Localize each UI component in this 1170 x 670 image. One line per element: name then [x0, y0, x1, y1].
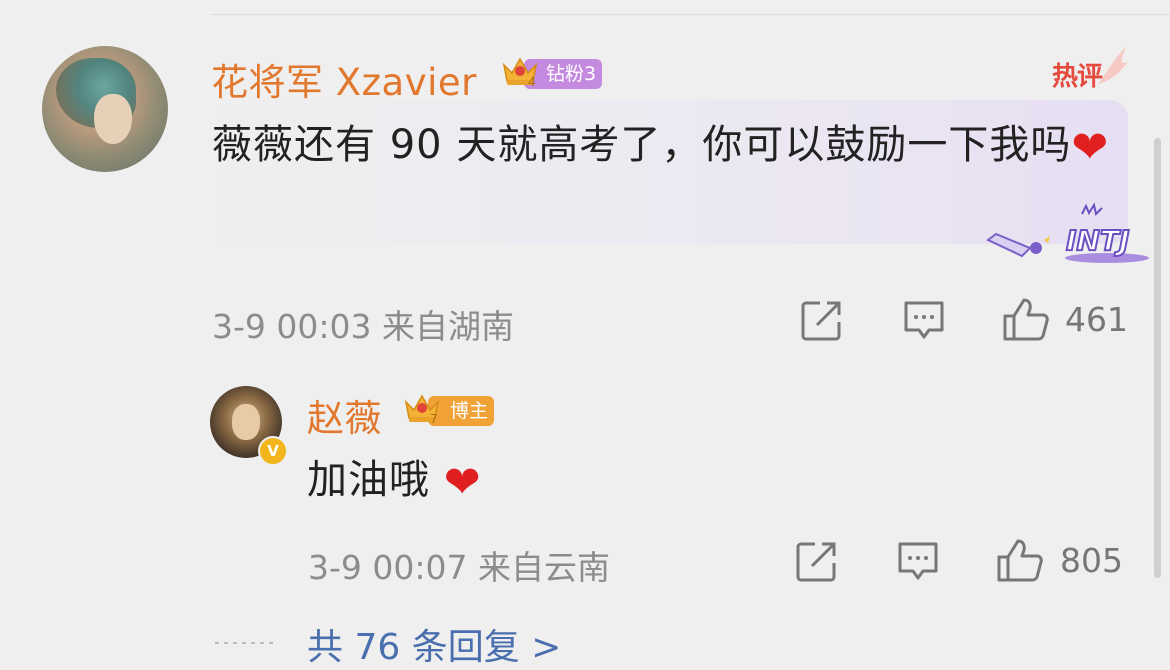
share-icon: [796, 542, 836, 582]
reply-like-button[interactable]: [996, 537, 1044, 583]
crown-icon: 4: [500, 53, 540, 87]
reply-comment-button[interactable]: [896, 539, 940, 583]
heart-emoji: ❤: [443, 457, 482, 508]
verified-icon: V: [258, 436, 288, 466]
reply-share-button[interactable]: [795, 539, 839, 583]
share-icon: [801, 301, 841, 341]
reply-location: 来自云南: [478, 548, 610, 587]
share-button[interactable]: [800, 298, 844, 342]
hot-wing-icon: [1098, 46, 1128, 84]
scrollbar[interactable]: [1154, 138, 1161, 578]
top-divider: [210, 14, 1170, 15]
intj-decoration-icon: INTJ: [986, 202, 1149, 263]
thumbs-up-icon: [997, 539, 1043, 582]
thumbs-up-icon: [1003, 298, 1049, 341]
crown-icon: 7: [402, 390, 442, 424]
reply-text: 加油哦 ❤: [307, 452, 482, 508]
svg-text:4: 4: [528, 75, 536, 87]
heart-emoji: ❤: [1071, 122, 1110, 173]
svg-text:INTJ: INTJ: [1066, 224, 1129, 257]
avatar-face: [94, 94, 132, 144]
comment-button[interactable]: [902, 298, 946, 342]
more-replies-divider: [215, 642, 277, 644]
comment-meta: 3-9 00:03 来自湖南: [212, 300, 514, 348]
reply-meta: 3-9 00:07 来自云南: [308, 541, 610, 589]
replier-username[interactable]: 赵薇: [307, 388, 382, 442]
avatar-face: [232, 404, 260, 440]
comment-timestamp: 3-9 00:03: [212, 307, 372, 346]
like-button[interactable]: [1002, 296, 1050, 342]
comment-icon: [898, 542, 938, 580]
reply-timestamp: 3-9 00:07: [308, 548, 468, 587]
svg-text:7: 7: [430, 412, 438, 424]
comment-text: 薇薇还有 90 天就高考了，你可以鼓励一下我吗❤: [212, 114, 1112, 176]
hot-comment-badge: 热评: [1052, 44, 1130, 92]
comment-location: 来自湖南: [382, 307, 514, 346]
more-replies-link[interactable]: 共 76 条回复 >: [307, 618, 561, 670]
comment-body: 薇薇还有 90 天就高考了，你可以鼓励一下我吗: [212, 122, 1072, 168]
commenter-username[interactable]: 花将军 Xzavier: [211, 52, 477, 106]
commenter-avatar[interactable]: [42, 46, 168, 172]
reply-body: 加油哦: [307, 457, 430, 503]
comment-icon: [904, 301, 944, 339]
reply-like-count: 805: [1060, 541, 1123, 580]
hot-label: 热评: [1052, 62, 1103, 92]
like-count: 461: [1065, 300, 1128, 339]
